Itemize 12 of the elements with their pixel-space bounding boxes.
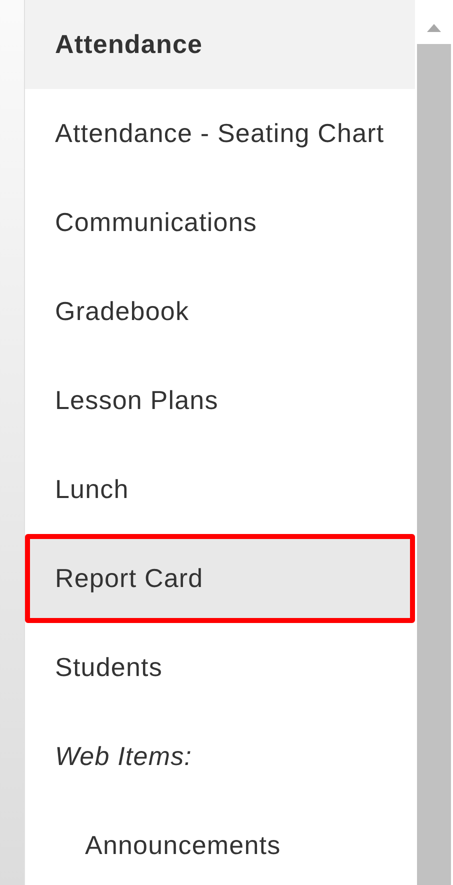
menu-item[interactable]: Attendance xyxy=(25,0,415,89)
menu-item[interactable]: Attendance - Seating Chart xyxy=(25,89,415,178)
menu-item[interactable]: Announcements xyxy=(25,801,415,885)
menu-item[interactable]: Lesson Plans xyxy=(25,356,415,445)
scroll-up-icon[interactable] xyxy=(427,24,441,32)
menu-item[interactable]: Students xyxy=(25,623,415,712)
group-label: Web Items: xyxy=(54,740,194,773)
scrollbar-thumb[interactable] xyxy=(417,44,451,885)
menu-item[interactable]: Gradebook xyxy=(25,267,415,356)
menu-item[interactable]: Communications xyxy=(25,178,415,267)
menu-item[interactable]: Report Card xyxy=(25,534,415,623)
menu-item[interactable]: Lunch xyxy=(25,445,415,534)
